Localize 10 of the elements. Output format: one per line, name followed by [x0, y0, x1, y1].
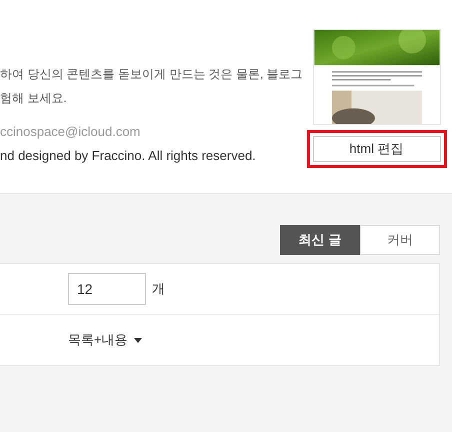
copyright-text: nd designed by Fraccino. All rights reserved. [0, 147, 257, 165]
display-dropdown[interactable]: 목록+내용 [68, 330, 142, 350]
description-text: 하여 당신의 콘텐츠를 돋보이게 만드는 것은 물론, 블로그 [0, 66, 303, 83]
email-text: ccinospace@icloud.com [0, 123, 142, 141]
count-unit: 개 [152, 280, 165, 298]
html-edit-button[interactable]: html 편집 [312, 136, 440, 162]
description-text: 험해 보세요. [0, 90, 68, 107]
view-tab[interactable]: 커버 [360, 225, 440, 255]
count-field[interactable]: 12 [68, 273, 146, 305]
view-tab[interactable]: 최신 글 [280, 225, 360, 255]
